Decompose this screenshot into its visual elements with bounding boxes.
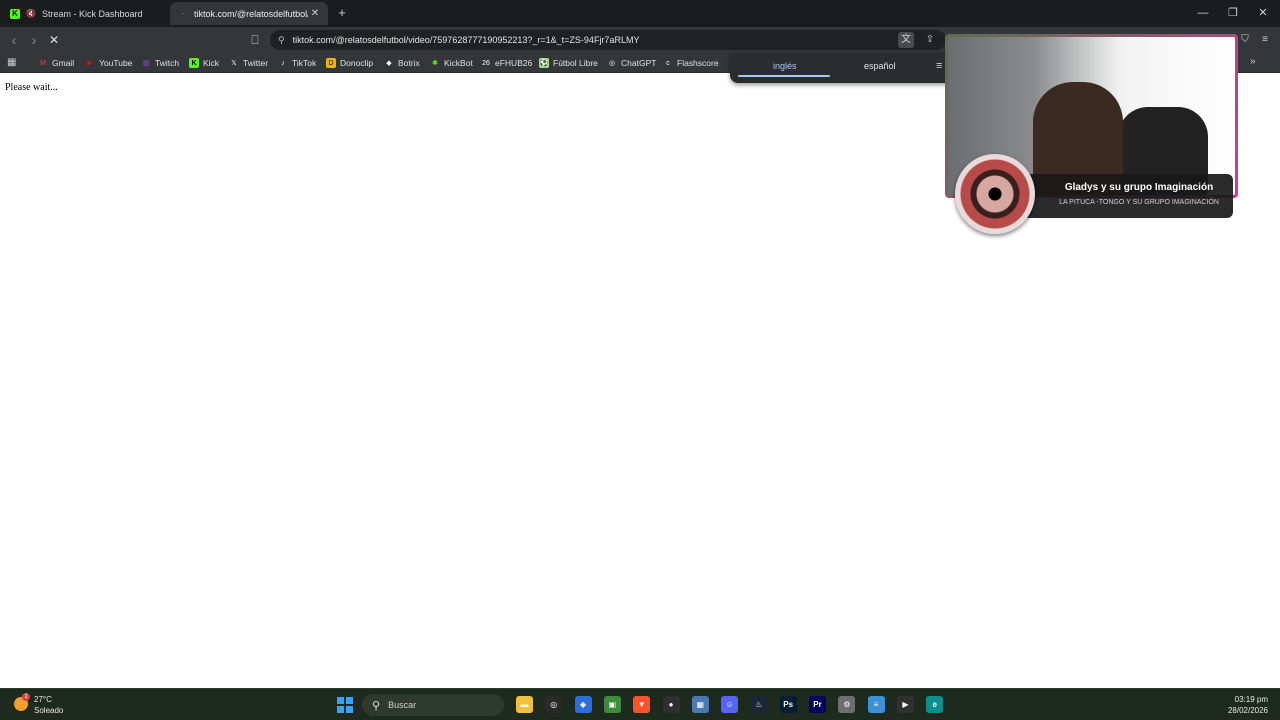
flashscore-icon: c [666, 59, 670, 67]
brave-icon[interactable]: ▼ [633, 696, 651, 713]
bookmark-tiktok[interactable]: ♪ TikTok [278, 56, 316, 70]
loading-message: Please wait... [5, 82, 58, 93]
muted-speaker-icon[interactable]: 🔇 [26, 9, 36, 19]
kick-icon: K [10, 8, 20, 19]
edge-icon[interactable]: e [926, 696, 944, 713]
weather-description[interactable]: Soleado [34, 706, 63, 715]
menu-icon[interactable]: ≡ [1257, 32, 1273, 48]
youtube-icon: ▶ [87, 60, 93, 67]
new-tab-button[interactable]: + [334, 5, 350, 21]
search-label: Buscar [388, 700, 417, 710]
weather-badge: 1 [22, 693, 30, 701]
taskbar: 1 27°C Soleado ⚲ Buscar ▬ ◎ ◆ ▣ ▼ ● ▦ ☺ ♨ Ps Pr ⚙ ≡ ▶… [0, 688, 1280, 720]
twitch-icon: ▥ [142, 60, 150, 67]
translate-icon[interactable]: 文 [898, 32, 914, 48]
bookmark-page-icon[interactable]: ⎕ [246, 31, 264, 49]
translate-target-tab[interactable]: español [864, 61, 896, 71]
donoclip-icon: D [326, 58, 336, 68]
song-subtitle: LA PITUCA -TONGO Y SU GRUPO IMAGINACIÓN [1059, 199, 1219, 206]
song-title: Gladys y su grupo Imaginación [1064, 182, 1214, 193]
bookmark-twitter[interactable]: 𝕏 Twitter [229, 56, 268, 70]
minimize-button[interactable]: — [1188, 4, 1218, 22]
clock-date[interactable]: 28/02/2026 [1214, 706, 1268, 715]
tab-kick-dashboard[interactable]: K 🔇 Stream - Kick Dashboard [4, 2, 166, 25]
bookmark-twitch[interactable]: ▥ Twitch [141, 56, 179, 70]
premiere-icon[interactable]: Pr [809, 696, 826, 713]
xbox-bar-icon[interactable]: ▣ [603, 696, 621, 713]
tiktok-icon: ♪ [281, 59, 285, 67]
efhub-icon: 26 [482, 59, 490, 67]
translate-popup: inglés español ≡ [730, 53, 955, 83]
tab-title: tiktok.com/@relatosdelfutbol/v [194, 8, 308, 19]
vinyl-record-icon [955, 154, 1035, 234]
tab-title: Stream - Kick Dashboard [42, 8, 143, 19]
gmail-icon: M [40, 59, 46, 67]
search-icon: ⚲ [372, 699, 381, 712]
bookmark-chatgpt[interactable]: ◎ ChatGPT [607, 56, 657, 70]
bookmark-efhub26[interactable]: 26 eFHUB26 [481, 56, 532, 70]
close-window-button[interactable]: ✕ [1248, 4, 1278, 22]
active-tab-indicator [738, 75, 830, 77]
kick-icon: K [189, 58, 199, 68]
stream-overlay: Gladys y su grupo Imaginación LA PITUCA … [945, 34, 1238, 234]
sourcetree-icon[interactable]: ◆ [574, 696, 592, 713]
bookmark-youtube[interactable]: ▶ YouTube [85, 56, 132, 70]
bookmark-gmail[interactable]: M Gmail [38, 56, 74, 70]
media-player-icon[interactable]: ▶ [896, 696, 914, 713]
file-explorer-icon[interactable]: ▬ [516, 696, 533, 713]
photoshop-icon[interactable]: Ps [779, 696, 797, 713]
obs-icon[interactable]: ● [662, 696, 680, 713]
bookmark-donoclip[interactable]: D Donoclip [326, 56, 373, 70]
apps-grid-icon[interactable]: ▦ [7, 57, 19, 69]
clock-time[interactable]: 03:19 pm [1224, 695, 1268, 704]
steam-icon[interactable]: ♨ [750, 696, 768, 713]
share-icon[interactable]: ⇪ [922, 32, 938, 48]
close-tab-icon[interactable]: ✕ [308, 8, 322, 19]
restore-button[interactable]: ❐ [1218, 4, 1248, 22]
url-text: tiktok.com/@relatosdelfutbol/video/75976… [292, 35, 640, 45]
chatgpt-icon[interactable]: ◎ [545, 696, 563, 713]
brave-shields-icon[interactable]: ⛉ [1237, 32, 1253, 48]
bookmark-flashscore[interactable]: c Flashscore [663, 56, 718, 70]
botrix-icon: ◆ [386, 60, 392, 67]
taskbar-search[interactable]: ⚲ Buscar [362, 694, 504, 716]
tab-tiktok[interactable]: · tiktok.com/@relatosdelfutbol/v ✕ [170, 2, 328, 25]
start-button[interactable] [337, 697, 353, 713]
bookmark-futbol-libre[interactable]: ⚽ Fútbol Libre [539, 56, 598, 70]
chatgpt-icon: ◎ [608, 60, 616, 67]
bookmark-kickbot[interactable]: ✱ KickBot [430, 56, 473, 70]
settings-icon[interactable]: ⚙ [838, 696, 856, 713]
x-icon: 𝕏 [231, 60, 237, 67]
translate-options-icon[interactable]: ≡ [936, 60, 942, 72]
notepad-icon[interactable]: ≡ [867, 696, 885, 713]
translate-source-tab[interactable]: inglés [773, 61, 797, 71]
site-settings-icon[interactable]: ⚲ [278, 35, 285, 46]
stop-loading-button[interactable]: ✕ [45, 31, 63, 49]
bookmark-botrix[interactable]: ◆ Botrix [384, 56, 419, 70]
address-bar[interactable]: ⚲ tiktok.com/@relatosdelfutbol/video/759… [270, 30, 946, 50]
forward-button[interactable]: › [25, 31, 43, 49]
weather-temperature[interactable]: 27°C [34, 695, 52, 704]
tab-strip: K 🔇 Stream - Kick Dashboard · tiktok.com… [0, 0, 1280, 27]
more-bookmarks-icon[interactable]: » [1250, 56, 1256, 67]
back-button[interactable]: ‹ [5, 31, 23, 49]
discord-icon[interactable]: ☺ [721, 696, 739, 713]
kickbot-icon: ✱ [432, 60, 438, 67]
bookmark-kick[interactable]: K Kick [189, 56, 219, 70]
calculator-icon[interactable]: ▦ [691, 696, 709, 713]
loading-icon: · [181, 9, 185, 18]
futbol-libre-icon: ⚽ [539, 58, 549, 68]
